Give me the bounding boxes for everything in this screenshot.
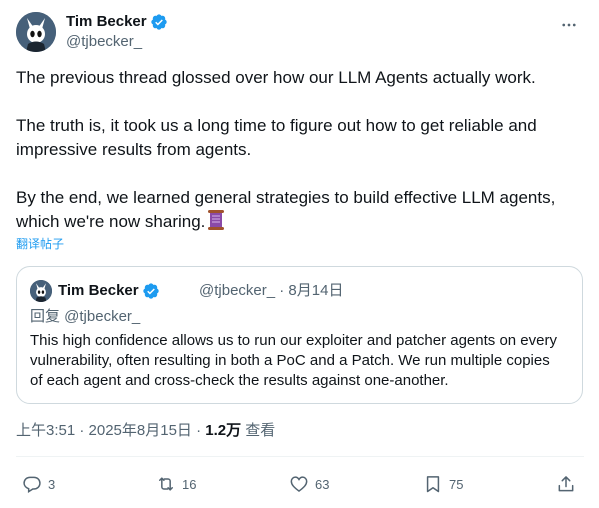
retweet-icon	[159, 477, 173, 491]
bookmark-count: 75	[449, 476, 464, 492]
quoted-tweet[interactable]: Tim Becker @tjbecker_ · 8月14日 回复 @tjbeck…	[16, 266, 583, 404]
quoted-author-name: Tim Becker	[58, 281, 160, 301]
views-label: 查看	[241, 422, 276, 439]
like-button[interactable]: 63	[289, 472, 329, 496]
avatar[interactable]	[16, 12, 56, 52]
retweet-button[interactable]: 16	[156, 472, 196, 496]
author-name[interactable]: Tim Becker	[66, 12, 168, 32]
tweet-paragraph: The previous thread glossed over how our…	[16, 68, 536, 87]
tweet-text: The previous thread glossed over how our…	[16, 66, 584, 234]
reply-count: 3	[48, 476, 56, 492]
quoted-meta: @tjbecker_ · 8月14日	[199, 281, 343, 301]
quoted-handle: @tjbecker_	[199, 282, 276, 299]
tweet-timestamp: 上午3:51 · 2025年8月15日 · 1.2万 查看	[16, 421, 275, 441]
reply-icon	[23, 476, 41, 494]
views-count: 1.2万	[205, 422, 242, 439]
bookmark-icon	[426, 476, 440, 493]
quoted-avatar	[30, 280, 52, 302]
divider	[16, 456, 584, 457]
reply-button[interactable]: 3	[22, 472, 55, 496]
verified-badge-icon	[142, 283, 159, 299]
quoted-reply-to: 回复 @tjbecker_	[30, 308, 141, 325]
scroll-emoji-icon	[208, 210, 225, 230]
share-icon	[558, 476, 574, 492]
author-handle[interactable]: @tjbecker_	[66, 32, 142, 52]
tweet-paragraph-text: By the end, we learned general strategie…	[16, 188, 556, 231]
retweet-count: 16	[182, 476, 197, 492]
tweet-paragraph: The truth is, it took us a long time to …	[16, 116, 537, 159]
tweet-header: Tim Becker @tjbecker_	[16, 10, 586, 54]
bookmark-button[interactable]: 75	[423, 472, 463, 496]
tweet-paragraph: By the end, we learned general strategie…	[16, 186, 584, 234]
timestamp-text[interactable]: 上午3:51 · 2025年8月15日 ·	[16, 422, 205, 439]
action-bar: 3 16 63 75	[0, 470, 599, 498]
like-count: 63	[315, 476, 330, 492]
translate-post-link[interactable]: 翻译帖子	[16, 236, 64, 252]
quoted-text: This high confidence allows us to run ou…	[30, 332, 557, 389]
heart-icon	[290, 476, 308, 493]
quoted-date: · 8月14日	[279, 282, 344, 299]
share-button[interactable]	[556, 472, 576, 496]
verified-badge-icon	[150, 14, 167, 30]
more-options-icon[interactable]	[558, 14, 580, 36]
